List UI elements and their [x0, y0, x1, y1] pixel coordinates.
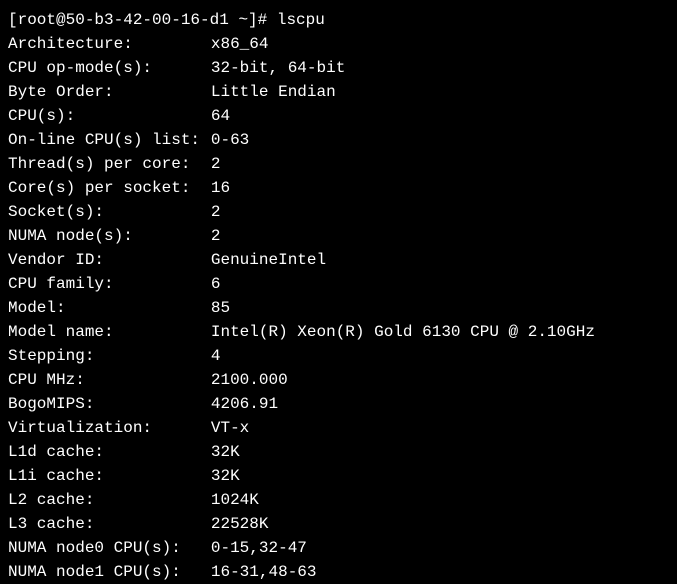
cpu-info-value: 2 — [211, 227, 221, 245]
cpu-info-label: L2 cache: — [8, 488, 211, 512]
cpu-info-label: CPU family: — [8, 272, 211, 296]
cpu-info-row: L1d cache:32K — [8, 440, 669, 464]
cpu-info-value: 32K — [211, 467, 240, 485]
cpu-info-label: On-line CPU(s) list: — [8, 128, 211, 152]
cpu-info-row: Core(s) per socket:16 — [8, 176, 669, 200]
cpu-info-row: Stepping:4 — [8, 344, 669, 368]
cpu-info-row: Socket(s):2 — [8, 200, 669, 224]
cpu-info-label: L1d cache: — [8, 440, 211, 464]
cpu-info-value: 2100.000 — [211, 371, 288, 389]
cpu-info-label: Byte Order: — [8, 80, 211, 104]
cpu-info-value: 32K — [211, 443, 240, 461]
cpu-info-label: NUMA node0 CPU(s): — [8, 536, 211, 560]
shell-prompt: [root@50-b3-42-00-16-d1 ~]# — [8, 11, 277, 29]
cpu-info-value: x86_64 — [211, 35, 269, 53]
cpu-info-row: CPU family:6 — [8, 272, 669, 296]
cpu-info-value: VT-x — [211, 419, 249, 437]
cpu-info-label: NUMA node(s): — [8, 224, 211, 248]
cpu-info-value: 2 — [211, 155, 221, 173]
cpu-info-row: BogoMIPS:4206.91 — [8, 392, 669, 416]
cpu-info-row: Byte Order:Little Endian — [8, 80, 669, 104]
cpu-info-value: 4 — [211, 347, 221, 365]
cpu-info-value: 0-15,32-47 — [211, 539, 307, 557]
cpu-info-label: L1i cache: — [8, 464, 211, 488]
cpu-info-label: CPU op-mode(s): — [8, 56, 211, 80]
cpu-info-row: NUMA node0 CPU(s):0-15,32-47 — [8, 536, 669, 560]
cpu-info-value: 32-bit, 64-bit — [211, 59, 345, 77]
cpu-info-label: BogoMIPS: — [8, 392, 211, 416]
cpu-info-label: Thread(s) per core: — [8, 152, 211, 176]
cpu-info-value: 4206.91 — [211, 395, 278, 413]
cpu-info-value: 16 — [211, 179, 230, 197]
cpu-info-value: 64 — [211, 107, 230, 125]
cpu-info-label: Vendor ID: — [8, 248, 211, 272]
cpu-info-label: CPU MHz: — [8, 368, 211, 392]
cpu-info-value: 0-63 — [211, 131, 249, 149]
cpu-info-label: Stepping: — [8, 344, 211, 368]
lscpu-output: Architecture:x86_64CPU op-mode(s):32-bit… — [8, 32, 669, 584]
cpu-info-row: CPU MHz:2100.000 — [8, 368, 669, 392]
cpu-info-row: CPU op-mode(s):32-bit, 64-bit — [8, 56, 669, 80]
cpu-info-row: Model:85 — [8, 296, 669, 320]
cpu-info-value: Intel(R) Xeon(R) Gold 6130 CPU @ 2.10GHz — [211, 323, 595, 341]
command-prompt-line: [root@50-b3-42-00-16-d1 ~]# lscpu — [8, 8, 669, 32]
cpu-info-value: GenuineIntel — [211, 251, 326, 269]
cpu-info-row: Virtualization:VT-x — [8, 416, 669, 440]
cpu-info-label: Model: — [8, 296, 211, 320]
cpu-info-row: CPU(s):64 — [8, 104, 669, 128]
cpu-info-row: L3 cache:22528K — [8, 512, 669, 536]
cpu-info-row: Thread(s) per core:2 — [8, 152, 669, 176]
cpu-info-label: Architecture: — [8, 32, 211, 56]
cpu-info-value: 1024K — [211, 491, 259, 509]
cpu-info-value: 22528K — [211, 515, 269, 533]
cpu-info-row: Vendor ID:GenuineIntel — [8, 248, 669, 272]
cpu-info-label: CPU(s): — [8, 104, 211, 128]
cpu-info-row: NUMA node(s):2 — [8, 224, 669, 248]
cpu-info-value: 2 — [211, 203, 221, 221]
cpu-info-row: NUMA node1 CPU(s):16-31,48-63 — [8, 560, 669, 584]
cpu-info-value: Little Endian — [211, 83, 336, 101]
cpu-info-row: Model name:Intel(R) Xeon(R) Gold 6130 CP… — [8, 320, 669, 344]
cpu-info-label: Core(s) per socket: — [8, 176, 211, 200]
cpu-info-value: 6 — [211, 275, 221, 293]
cpu-info-row: L1i cache:32K — [8, 464, 669, 488]
cpu-info-label: L3 cache: — [8, 512, 211, 536]
cpu-info-value: 85 — [211, 299, 230, 317]
cpu-info-label: Model name: — [8, 320, 211, 344]
command-text: lscpu — [277, 11, 325, 29]
cpu-info-value: 16-31,48-63 — [211, 563, 317, 581]
cpu-info-label: Socket(s): — [8, 200, 211, 224]
cpu-info-label: NUMA node1 CPU(s): — [8, 560, 211, 584]
cpu-info-label: Virtualization: — [8, 416, 211, 440]
cpu-info-row: On-line CPU(s) list:0-63 — [8, 128, 669, 152]
cpu-info-row: Architecture:x86_64 — [8, 32, 669, 56]
cpu-info-row: L2 cache:1024K — [8, 488, 669, 512]
